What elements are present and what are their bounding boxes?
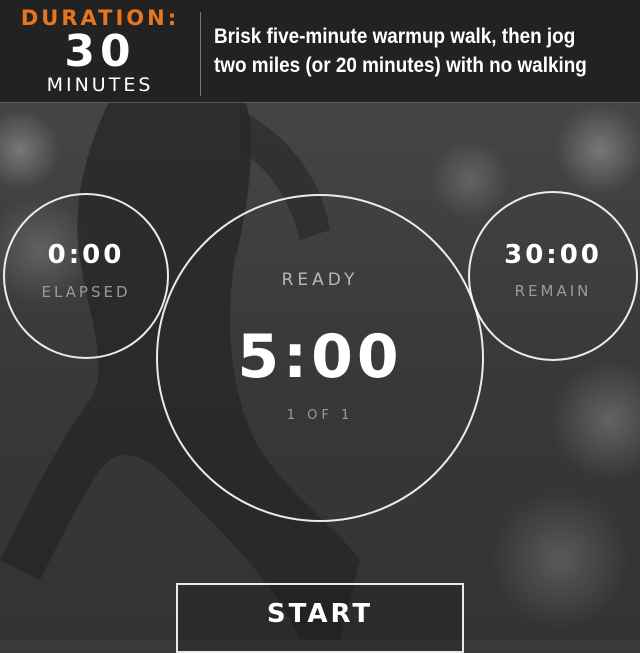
remain-time: 30:00 (504, 240, 602, 270)
remain-circle: 30:00 REMAIN (468, 191, 638, 361)
elapsed-label: ELAPSED (41, 283, 131, 301)
duration-unit: MINUTES (46, 74, 154, 96)
duration-block: DURATION: 30 MINUTES (0, 0, 200, 102)
elapsed-circle: 0:00 ELAPSED (3, 193, 169, 359)
header-divider (200, 12, 201, 96)
workout-description: Brisk five-minute warmup walk, then jog … (214, 25, 587, 77)
interval-count: 1 OF 1 (286, 408, 354, 423)
elapsed-time: 0:00 (47, 240, 125, 270)
workout-header: DURATION: 30 MINUTES Brisk five-minute w… (0, 0, 640, 103)
duration-value: 30 (64, 26, 136, 77)
start-button[interactable]: START (176, 583, 464, 653)
remain-label: REMAIN (514, 282, 592, 300)
timer-status: READY (281, 270, 359, 290)
interval-time: 5:00 (237, 322, 403, 392)
interval-timer-circle: READY 5:00 1 OF 1 (156, 194, 484, 522)
